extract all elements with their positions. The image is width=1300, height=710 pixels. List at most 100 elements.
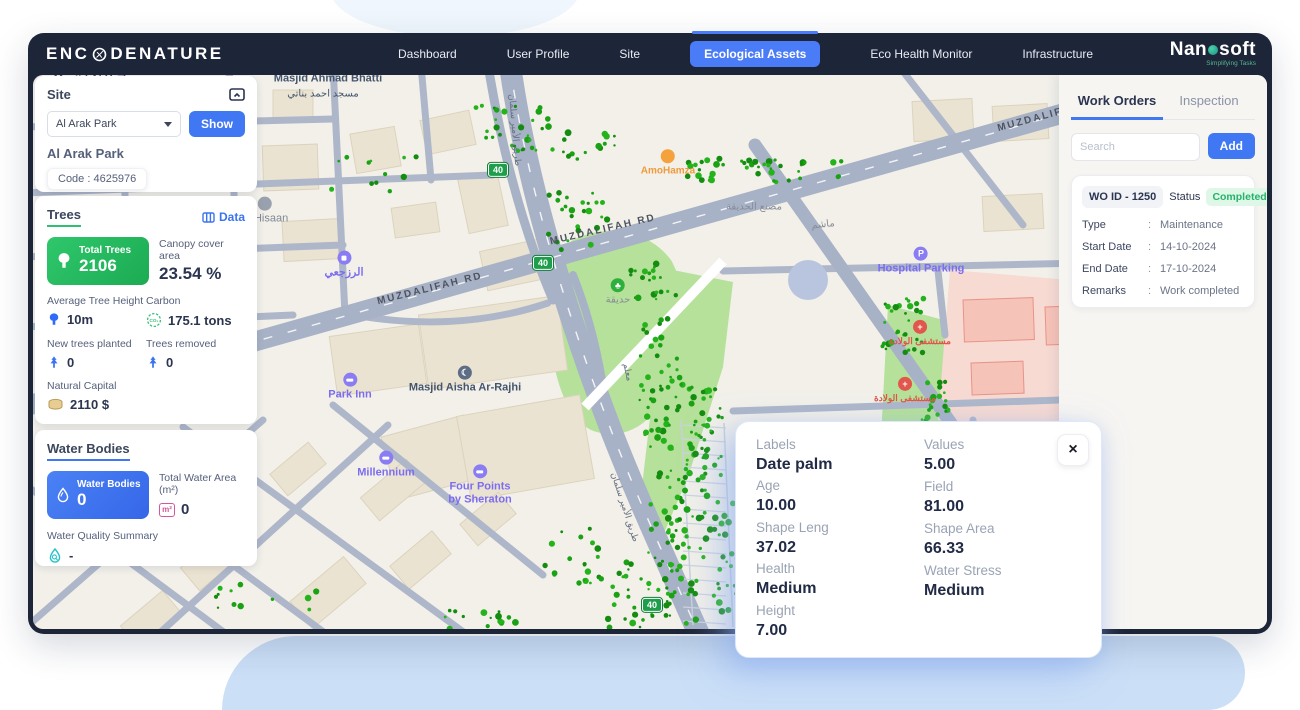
total-water-area-value: 0 [181, 501, 189, 518]
avg-height-value: 10m [67, 312, 93, 327]
brand-name-post: soft [1219, 39, 1256, 60]
nav-eco-health-monitor[interactable]: Eco Health Monitor [870, 47, 972, 61]
map-label: 40 [642, 598, 662, 612]
brand-dot-icon [1208, 45, 1218, 55]
avg-height-label: Average Tree Height [47, 295, 146, 307]
money-icon [47, 398, 64, 411]
map-label: MUZDALIFAH RD [549, 212, 657, 248]
metro-icon [337, 251, 351, 265]
map-label: +مستشفى الولادة [874, 377, 936, 403]
nav-ecological-assets[interactable]: Ecological Assets [690, 41, 820, 67]
nav-site[interactable]: Site [619, 47, 640, 61]
add-button[interactable]: Add [1208, 133, 1255, 159]
map-label: MUZDALIFAH RD [376, 270, 484, 307]
status-label: Status [1169, 191, 1200, 203]
tree-info-popup: LabelsDate palmAge10.00Shape Leng37.02He… [735, 421, 1102, 658]
total-trees-label: Total Trees [79, 245, 131, 256]
site-name: Al Arak Park [47, 146, 245, 161]
close-icon[interactable]: × [1057, 434, 1089, 466]
map-label: AmoHamza [641, 149, 695, 177]
leaf-globe-icon [92, 47, 107, 62]
map-label: طريق الأمير سلمان [507, 94, 524, 167]
work-order-fields: Type:MaintenanceStart Date:14-10-2024End… [1082, 219, 1244, 297]
brand-tagline: Simplifying Tasks [1170, 61, 1256, 68]
work-order-field: Remarks:Work completed [1082, 285, 1244, 297]
popup-pair: HealthMedium [756, 560, 924, 601]
site-select[interactable]: Al Arak Park [47, 111, 181, 137]
hotel-icon [473, 464, 487, 478]
nav-infrastructure[interactable]: Infrastructure [1022, 47, 1093, 61]
map-label: ♣حديقة [606, 278, 631, 306]
brand-name-pre: Nan [1170, 39, 1207, 60]
popup-pair: Age10.00 [756, 477, 924, 518]
planted-label: New trees planted [47, 338, 146, 350]
orange-icon [661, 149, 675, 163]
water-bodies-stat: Water Bodies 0 [47, 471, 149, 519]
popup-pair: LabelsDate palm [756, 436, 924, 477]
canopy-label: Canopy cover area [159, 238, 245, 262]
map-label: معلم [621, 362, 635, 382]
nanosoft-logo: Nansoft Simplifying Tasks [1170, 40, 1256, 68]
map-label: 40 [533, 256, 553, 270]
work-order-field: End Date:17-10-2024 [1082, 263, 1244, 275]
hotel-icon [343, 373, 357, 387]
water-quality-icon [47, 547, 63, 564]
chevron-down-icon [164, 122, 172, 127]
square-meter-icon: m² [159, 503, 175, 517]
work-order-field: Type:Maintenance [1082, 219, 1244, 231]
trees-card: Trees Data Total Trees 2106 Canopy cover… [35, 196, 257, 424]
planted-value: 0 [67, 355, 74, 370]
data-link[interactable]: Data [202, 210, 245, 224]
map-label: Park Inn [328, 373, 371, 402]
site-code-chip: Code : 4625976 [47, 168, 147, 190]
map-label: Millennium [357, 451, 414, 480]
water-bodies-label: Water Bodies [77, 479, 141, 490]
nav-user-profile[interactable]: User Profile [507, 47, 570, 61]
collapse-panel-icon[interactable] [229, 88, 245, 102]
popup-pair: Height7.00 [756, 602, 924, 643]
popup-col-2: Values5.00Field81.00Shape Area66.33Water… [924, 436, 1054, 643]
background-blob-top [330, 0, 580, 37]
table-icon [202, 212, 215, 223]
popup-pair: Shape Area66.33 [924, 520, 1054, 562]
svg-text:CO₂: CO₂ [150, 318, 159, 323]
total-water-area-label: Total Water Area (m²) [159, 472, 245, 496]
tree-icon [55, 251, 73, 271]
status-badge: Completed [1206, 188, 1267, 206]
popup-pair: Field81.00 [924, 478, 1054, 520]
total-trees-value: 2106 [79, 256, 131, 276]
map-label: Masjid Ahmad Bhatti [274, 75, 382, 85]
logo-text-pre: ENC [46, 44, 89, 64]
trees-title: Trees [47, 207, 81, 227]
carbon-label: Carbon [146, 295, 245, 307]
natural-capital-label: Natural Capital [47, 380, 245, 392]
encodenature-logo: ENC DENATURE [46, 44, 224, 64]
water-quality-label: Water Quality Summary [47, 530, 245, 542]
map-label: +مستشفى الولادة [889, 320, 951, 346]
co2-icon: CO₂ [146, 312, 162, 328]
mosque-icon: ☾ [458, 366, 472, 380]
search-input[interactable] [1071, 133, 1200, 161]
natural-capital-value: 2110 $ [70, 397, 109, 412]
popup-col-1: LabelsDate palmAge10.00Shape Leng37.02He… [756, 436, 924, 643]
map-label: 40 [488, 163, 508, 177]
top-navbar: ENCDENATURE Dashboard User Profile Site … [28, 33, 1272, 75]
show-button[interactable]: Show [189, 111, 245, 137]
removed-value: 0 [166, 355, 173, 370]
nav-dashboard[interactable]: Dashboard [398, 47, 457, 61]
tree-height-icon [47, 312, 61, 327]
popup-pair: Values5.00 [924, 436, 1054, 478]
tab-inspection[interactable]: Inspection [1163, 87, 1255, 119]
redcross-icon: + [898, 377, 912, 391]
removed-label: Trees removed [146, 338, 245, 350]
logo-text-post: DENATURE [110, 44, 223, 64]
map-label: Four Points by Sheraton [448, 464, 512, 505]
map-label: ماشم [811, 218, 836, 232]
parking-icon: P [914, 247, 928, 261]
tree-removed-icon [146, 355, 160, 370]
park-icon: ♣ [611, 278, 625, 292]
panel-tabs: Work Orders Inspection [1071, 87, 1255, 120]
tree-planted-icon [47, 355, 61, 370]
work-order-card[interactable]: WO ID - 1250 Status Completed Type:Maint… [1071, 175, 1255, 308]
tab-work-orders[interactable]: Work Orders [1071, 87, 1163, 120]
